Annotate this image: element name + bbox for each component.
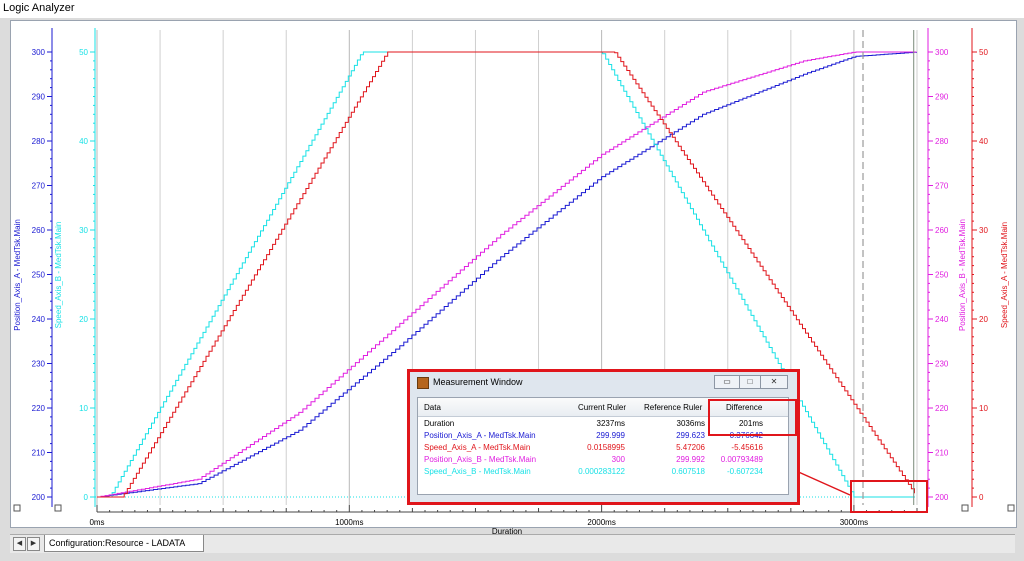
position-b-tick-label: 280: [935, 137, 949, 146]
close-button[interactable]: ✕: [760, 375, 788, 389]
axis-corner-marker: [1007, 504, 1015, 512]
tab-next-button[interactable]: ▶: [27, 537, 40, 551]
position-b-tick-label: 300: [935, 48, 949, 57]
cell-difference: -5.45616: [731, 443, 763, 452]
cell-data: Speed_Axis_B - MedTsk.Main: [424, 467, 531, 476]
measurement-window[interactable]: Measurement Window ▭ □ ✕ Data Current Ru…: [407, 369, 800, 505]
maximize-button[interactable]: □: [739, 375, 761, 389]
cell-reference: 3036ms: [676, 419, 705, 428]
position-a-tick-label: 230: [32, 360, 46, 369]
right-inner-axis-label: Position_Axis_B - MedTsk.Main: [958, 219, 967, 331]
header-data[interactable]: Data: [424, 403, 441, 412]
speed-b-tick-label: 20: [79, 315, 88, 324]
position-a-tick-label: 210: [32, 449, 46, 458]
tab-configuration-resource[interactable]: Configuration:Resource - LADATA: [44, 535, 205, 552]
cell-current: 299.999: [596, 431, 625, 440]
speed-a-tick-label: 40: [979, 137, 988, 146]
axis-corner-marker: [54, 504, 62, 512]
position-a-tick-label: 260: [32, 226, 46, 235]
axis-corner-marker: [13, 504, 21, 512]
minimize-button[interactable]: ▭: [714, 375, 740, 389]
speed-a-tick-label: 0: [979, 493, 984, 502]
sheet-tab-bar: ◀ ▶ Configuration:Resource - LADATA: [10, 534, 1015, 553]
cell-current: 300: [611, 455, 625, 464]
cell-data: Duration: [424, 419, 455, 428]
cell-data: Position_Axis_A - MedTsk.Main: [424, 431, 536, 440]
position-a-tick-label: 220: [32, 404, 46, 413]
cell-reference: 5.47206: [676, 443, 705, 452]
position-a-tick-label: 300: [32, 48, 46, 57]
left-outer-axis-label: Position_Axis_A - MedTsk.Main: [13, 219, 22, 331]
cell-current: 0.000283122: [578, 467, 625, 476]
cell-reference: 0.607518: [671, 467, 705, 476]
x-tick-label: 2000ms: [587, 518, 615, 527]
position-a-tick-label: 250: [32, 271, 46, 280]
header-reference-ruler[interactable]: Reference Ruler: [644, 403, 702, 412]
measurement-window-titlebar[interactable]: Measurement Window ▭ □ ✕: [413, 374, 789, 392]
header-current-ruler[interactable]: Current Ruler: [578, 403, 626, 412]
x-tick-label: 1000ms: [335, 518, 363, 527]
position-b-tick-label: 250: [935, 271, 949, 280]
speed-b-tick-label: 30: [79, 226, 88, 235]
left-inner-axis-label: Speed_Axis_B - MedTsk.Main: [54, 222, 63, 329]
x-tick-label: 3000ms: [840, 518, 868, 527]
position-b-tick-label: 220: [935, 404, 949, 413]
speed-b-tick-label: 50: [79, 48, 88, 57]
position-a-tick-label: 240: [32, 315, 46, 324]
position-b-tick-label: 230: [935, 360, 949, 369]
speed-a-tick-label: 30: [979, 226, 988, 235]
position-b-tick-label: 260: [935, 226, 949, 235]
speed-a-tick-label: 50: [979, 48, 988, 57]
tab-prev-button[interactable]: ◀: [13, 537, 26, 551]
cell-data: Speed_Axis_A - MedTsk.Main: [424, 443, 531, 452]
measurement-window-icon: [417, 377, 429, 389]
speed-b-tick-label: 10: [79, 404, 88, 413]
position-b-tick-label: 290: [935, 93, 949, 102]
position-b-tick-label: 200: [935, 493, 949, 502]
position-a-tick-label: 270: [32, 182, 46, 191]
x-tick-label: 0ms: [89, 518, 104, 527]
right-outer-axis-label: Speed_Axis_A - MedTsk.Main: [1000, 222, 1009, 328]
position-a-tick-label: 200: [32, 493, 46, 502]
cell-reference: 299.992: [676, 455, 705, 464]
cell-difference: 0.00793489: [720, 455, 763, 464]
position-b-tick-label: 270: [935, 182, 949, 191]
axis-corner-marker: [961, 504, 969, 512]
zoom-highlight-box: [850, 480, 928, 513]
cell-difference: -0.607234: [726, 467, 763, 476]
cell-current: 3237ms: [596, 419, 625, 428]
position-b-tick-label: 210: [935, 449, 949, 458]
cell-current: 0.0158995: [587, 443, 625, 452]
table-row[interactable]: Speed_Axis_A - MedTsk.Main 0.0158995 5.472…: [418, 442, 788, 454]
speed-b-tick-label: 0: [84, 493, 89, 502]
cell-data: Position_Axis_B - MedTsk.Main: [424, 455, 537, 464]
position-a-tick-label: 280: [32, 137, 46, 146]
position-b-tick-label: 240: [935, 315, 949, 324]
table-row[interactable]: Speed_Axis_B - MedTsk.Main 0.000283122 0.6…: [418, 466, 788, 478]
difference-highlight-box: [708, 399, 797, 436]
position-a-tick-label: 290: [32, 93, 46, 102]
cell-reference: 299.623: [676, 431, 705, 440]
measurement-window-title: Measurement Window: [433, 377, 523, 387]
speed-a-tick-label: 20: [979, 315, 988, 324]
speed-b-tick-label: 40: [79, 137, 88, 146]
speed-a-tick-label: 10: [979, 404, 988, 413]
table-row[interactable]: Position_Axis_B - MedTsk.Main 300 299.992 0…: [418, 454, 788, 466]
